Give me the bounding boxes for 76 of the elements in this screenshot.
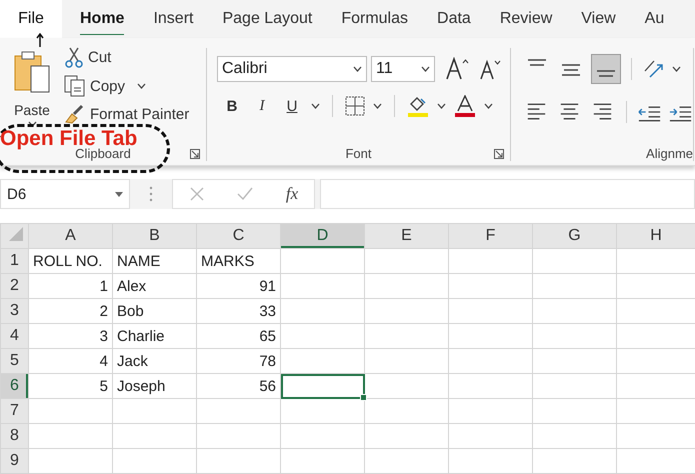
fill-color-icon[interactable] (407, 95, 429, 117)
ribbon-tab[interactable]: View (581, 0, 616, 38)
table-cell: 78 (196, 348, 280, 374)
row-header[interactable]: 6 (0, 374, 28, 398)
row-header[interactable]: 4 (0, 324, 28, 348)
row-header[interactable]: 5 (0, 348, 28, 374)
group-label: Alignme (646, 146, 693, 161)
font-size-field[interactable]: 11 (371, 56, 435, 82)
column-header[interactable]: B (112, 224, 196, 248)
table-cell: ROLL NO. (28, 248, 112, 274)
table-cell: MARKS (196, 248, 280, 274)
group-label: Clipboard (75, 146, 131, 161)
table-cell: 2 (28, 298, 112, 324)
cut-button[interactable]: Cut (62, 44, 192, 70)
underline-button[interactable]: U (281, 96, 303, 116)
bottom-align-icon[interactable] (591, 54, 621, 84)
table-cell: 3 (28, 324, 112, 348)
name-box[interactable]: D6 (0, 179, 130, 209)
row-header[interactable]: 1 (0, 248, 28, 274)
column-header[interactable]: H (616, 224, 695, 248)
paste-button[interactable]: Paste (2, 48, 62, 129)
table-cell: Alex (112, 274, 196, 298)
column-header[interactable]: D (280, 224, 364, 248)
row-header[interactable]: 9 (0, 448, 28, 474)
column-header[interactable]: C (196, 224, 280, 248)
ribbon-tab[interactable]: Data (437, 0, 471, 38)
decrease-font-size-icon[interactable] (479, 58, 501, 80)
column-header[interactable]: G (532, 224, 616, 248)
check-icon[interactable] (236, 186, 254, 202)
increase-font-size-icon[interactable] (445, 57, 469, 81)
table-cell: 4 (28, 348, 112, 374)
formula-input[interactable] (320, 179, 695, 209)
table-cell: 33 (196, 298, 280, 324)
ribbon-tab[interactable]: Home (80, 0, 124, 38)
drag-handle-icon[interactable] (149, 186, 153, 202)
row-header[interactable]: 2 (0, 274, 28, 298)
table-cell: 91 (196, 274, 280, 298)
arrow-icon (36, 33, 44, 47)
column-header[interactable]: A (28, 224, 112, 248)
copy-button[interactable]: Copy (62, 73, 192, 99)
table-cell: 65 (196, 324, 280, 348)
column-header[interactable]: F (448, 224, 532, 248)
bold-button[interactable]: B (221, 96, 243, 116)
dialog-launcher-icon[interactable] (190, 149, 200, 159)
active-cell[interactable] (280, 374, 364, 398)
font-name-field[interactable]: Calibri (217, 56, 367, 82)
table-cell: Joseph (112, 374, 196, 398)
column-header[interactable]: E (364, 224, 448, 248)
row-header[interactable]: 7 (0, 398, 28, 424)
row-header[interactable]: 3 (0, 298, 28, 324)
paintbrush-icon (64, 104, 86, 124)
scissors-icon (64, 46, 84, 68)
group-label: Font (345, 146, 372, 161)
insert-function-button[interactable]: fx (286, 184, 298, 204)
dialog-launcher-icon[interactable] (494, 149, 504, 159)
table-cell: 5 (28, 374, 112, 398)
copy-icon (64, 75, 86, 97)
ribbon-tab[interactable]: Formulas (341, 0, 408, 38)
annotation-text: Open File Tab (0, 128, 138, 149)
font-color-icon[interactable] (454, 95, 476, 117)
ribbon-tab[interactable]: Review (500, 0, 552, 38)
table-cell: NAME (112, 248, 196, 274)
table-cell: Charlie (112, 324, 196, 348)
borders-icon[interactable] (345, 96, 365, 116)
dropdown-icon[interactable] (115, 192, 123, 196)
italic-button[interactable]: I (251, 96, 273, 116)
table-cell: Bob (112, 298, 196, 324)
format-painter-button[interactable]: Format Painter (62, 102, 192, 126)
ribbon-tab[interactable]: Page Layout (222, 0, 312, 38)
ribbon-tab[interactable]: File (0, 0, 62, 38)
table-cell: Jack (112, 348, 196, 374)
ribbon-tab[interactable]: Insert (153, 0, 194, 38)
table-cell: 1 (28, 274, 112, 298)
row-header[interactable]: 8 (0, 424, 28, 448)
table-cell: 56 (196, 374, 280, 398)
ribbon-tab[interactable]: Au (644, 0, 664, 38)
